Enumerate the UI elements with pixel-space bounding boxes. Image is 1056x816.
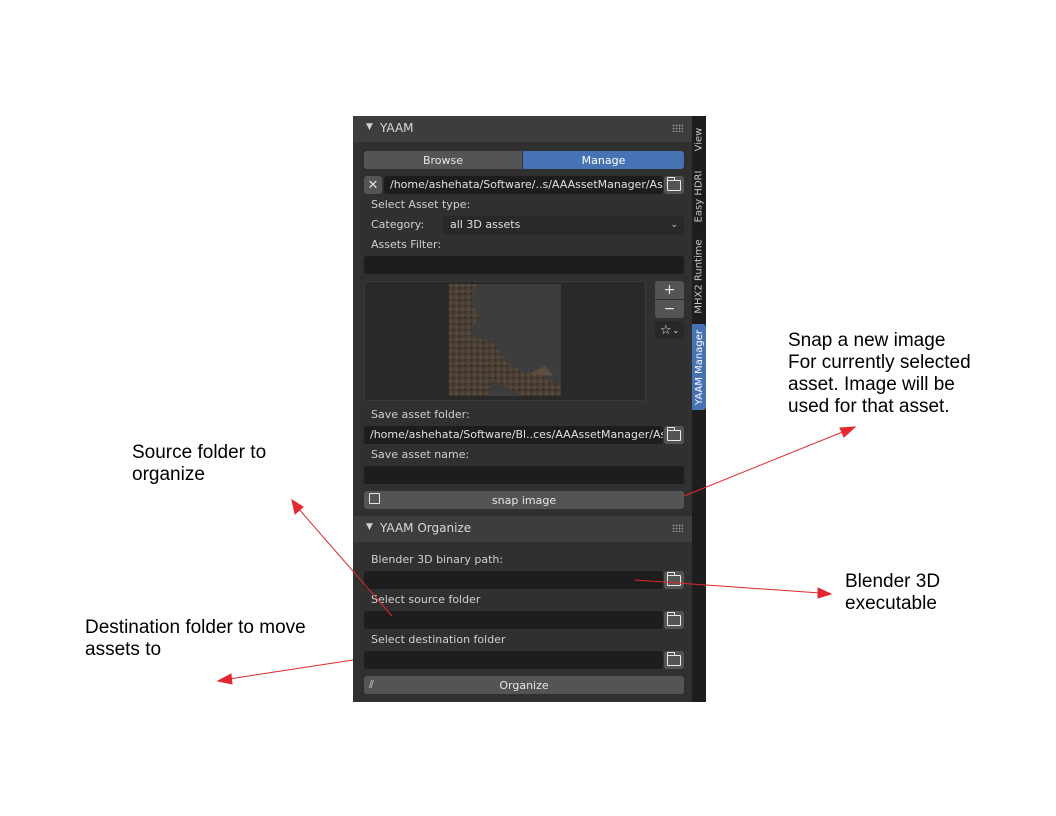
snap-arrow [683, 430, 846, 497]
tab-easy-hdri-label: Easy HDRI [693, 170, 705, 222]
snap-arrowhead [839, 426, 857, 438]
snap-annotation: Snap a new image For currently selected … [788, 330, 971, 418]
source-annotation: Source folder to organize [132, 442, 266, 486]
tab-manage-label: Manage [581, 153, 626, 167]
favorite-dropdown-button[interactable]: ☆ ⌄ [655, 321, 684, 339]
chevron-down-icon: ⌄ [672, 325, 680, 335]
save-asset-folder-value: /home/ashehata/Software/Bl..ces/AAAssetM… [370, 428, 663, 441]
save-asset-folder-field[interactable]: /home/ashehata/Software/Bl..ces/AAAssetM… [364, 426, 663, 444]
destination-folder-label: Select destination folder [371, 633, 506, 646]
organize-icon: ⫽ [369, 678, 374, 691]
organize-button[interactable]: ⫽ Organize [364, 676, 684, 694]
tab-view[interactable]: View [692, 116, 706, 162]
save-asset-folder-label: Save asset folder: [371, 408, 470, 421]
tab-yaam-manager[interactable]: YAAM Manager [692, 324, 706, 410]
destination-folder-browse-button[interactable] [664, 651, 684, 669]
blender-annotation: Blender 3D executable [845, 571, 940, 615]
tab-yaam-manager-label: YAAM Manager [693, 329, 705, 405]
category-dropdown[interactable]: all 3D assets ⌄ [443, 216, 684, 234]
blender-arrowhead [817, 587, 833, 599]
category-label: Category: [371, 218, 425, 231]
snap-annotation-line: Snap a new image [788, 330, 946, 351]
destination-arrowhead [216, 673, 233, 685]
save-asset-name-label: Save asset name: [371, 448, 470, 461]
drag-grip-icon[interactable] [672, 124, 683, 132]
category-value: all 3D assets [450, 218, 521, 231]
destination-annotation-line: Destination folder to move [85, 617, 306, 638]
drag-grip-icon[interactable] [672, 524, 683, 532]
yaam-panel-header[interactable]: ▼ YAAM [353, 116, 692, 142]
collapse-triangle-icon[interactable]: ▼ [366, 122, 373, 132]
asset-preview-box[interactable] [364, 281, 646, 401]
blender-path-label: Blender 3D binary path: [371, 553, 504, 566]
destination-arrow [228, 659, 354, 680]
blender-path-field[interactable] [364, 571, 663, 589]
add-preview-button[interactable]: + [655, 281, 684, 299]
organize-label: Organize [499, 678, 549, 692]
yaam-panel-title: YAAM [380, 121, 414, 135]
source-folder-field[interactable] [364, 611, 663, 629]
sidebar-tab-strip: View Easy HDRI MHX2 Runtime YAAM Manager [692, 116, 706, 702]
snap-image-button[interactable]: snap image [364, 491, 684, 509]
remove-preview-button[interactable]: − [655, 300, 684, 318]
tab-browse-label: Browse [422, 153, 464, 167]
save-asset-name-input[interactable] [364, 466, 684, 484]
folder-icon [667, 571, 681, 586]
star-icon: ☆ [659, 322, 672, 338]
blender-annotation-line: Blender 3D [845, 571, 941, 592]
asset-thumbnail [449, 284, 561, 396]
tab-view-label: View [693, 127, 705, 151]
collapse-triangle-icon[interactable]: ▼ [366, 522, 373, 532]
folder-icon [667, 176, 681, 191]
select-asset-type-label: Select Asset type: [371, 198, 471, 211]
source-arrowhead [291, 498, 304, 515]
tab-easy-hdri[interactable]: Easy HDRI [692, 166, 706, 226]
tab-mhx2-runtime-label: MHX2 Runtime [693, 238, 705, 314]
source-annotation-line: Source folder to [132, 442, 267, 463]
blender-annotation-line: executable [845, 593, 937, 614]
folder-icon [667, 426, 681, 441]
folder-icon [667, 611, 681, 626]
clear-path-button[interactable]: ✕ [364, 176, 382, 194]
tab-manage[interactable]: Manage [523, 151, 684, 169]
minus-icon: − [663, 301, 676, 317]
source-folder-label: Select source folder [371, 593, 481, 606]
snap-image-label: snap image [491, 493, 557, 507]
assets-filter-input[interactable] [364, 256, 684, 274]
snap-annotation-line: For currently selected [788, 352, 971, 373]
snap-annotation-line: asset. Image will be [788, 374, 955, 395]
yaam-organize-title: YAAM Organize [380, 521, 472, 535]
folder-icon [667, 651, 681, 666]
save-folder-browse-button[interactable] [664, 426, 684, 444]
tab-browse[interactable]: Browse [364, 151, 522, 169]
destination-folder-field[interactable] [364, 651, 663, 669]
assets-filter-label: Assets Filter: [371, 238, 442, 251]
destination-annotation-line: assets to [85, 639, 162, 660]
yaam-organize-header[interactable]: ▼ YAAM Organize [353, 516, 692, 542]
close-icon: ✕ [367, 177, 379, 193]
chevron-down-icon: ⌄ [670, 220, 678, 230]
assets-path-browse-button[interactable] [664, 176, 684, 194]
plus-icon: + [663, 282, 676, 298]
tab-mhx2-runtime[interactable]: MHX2 Runtime [692, 234, 706, 318]
snap-annotation-line: used for that asset. [788, 396, 950, 417]
source-annotation-line: organize [132, 464, 205, 485]
assets-path-value: /home/ashehata/Software/..s/AAAssetManag… [390, 178, 663, 191]
destination-annotation: Destination folder to move assets to [85, 617, 306, 661]
assets-path-field[interactable]: /home/ashehata/Software/..s/AAAssetManag… [384, 176, 663, 194]
blender-path-browse-button[interactable] [664, 571, 684, 589]
camera-icon [369, 493, 380, 504]
source-folder-browse-button[interactable] [664, 611, 684, 629]
